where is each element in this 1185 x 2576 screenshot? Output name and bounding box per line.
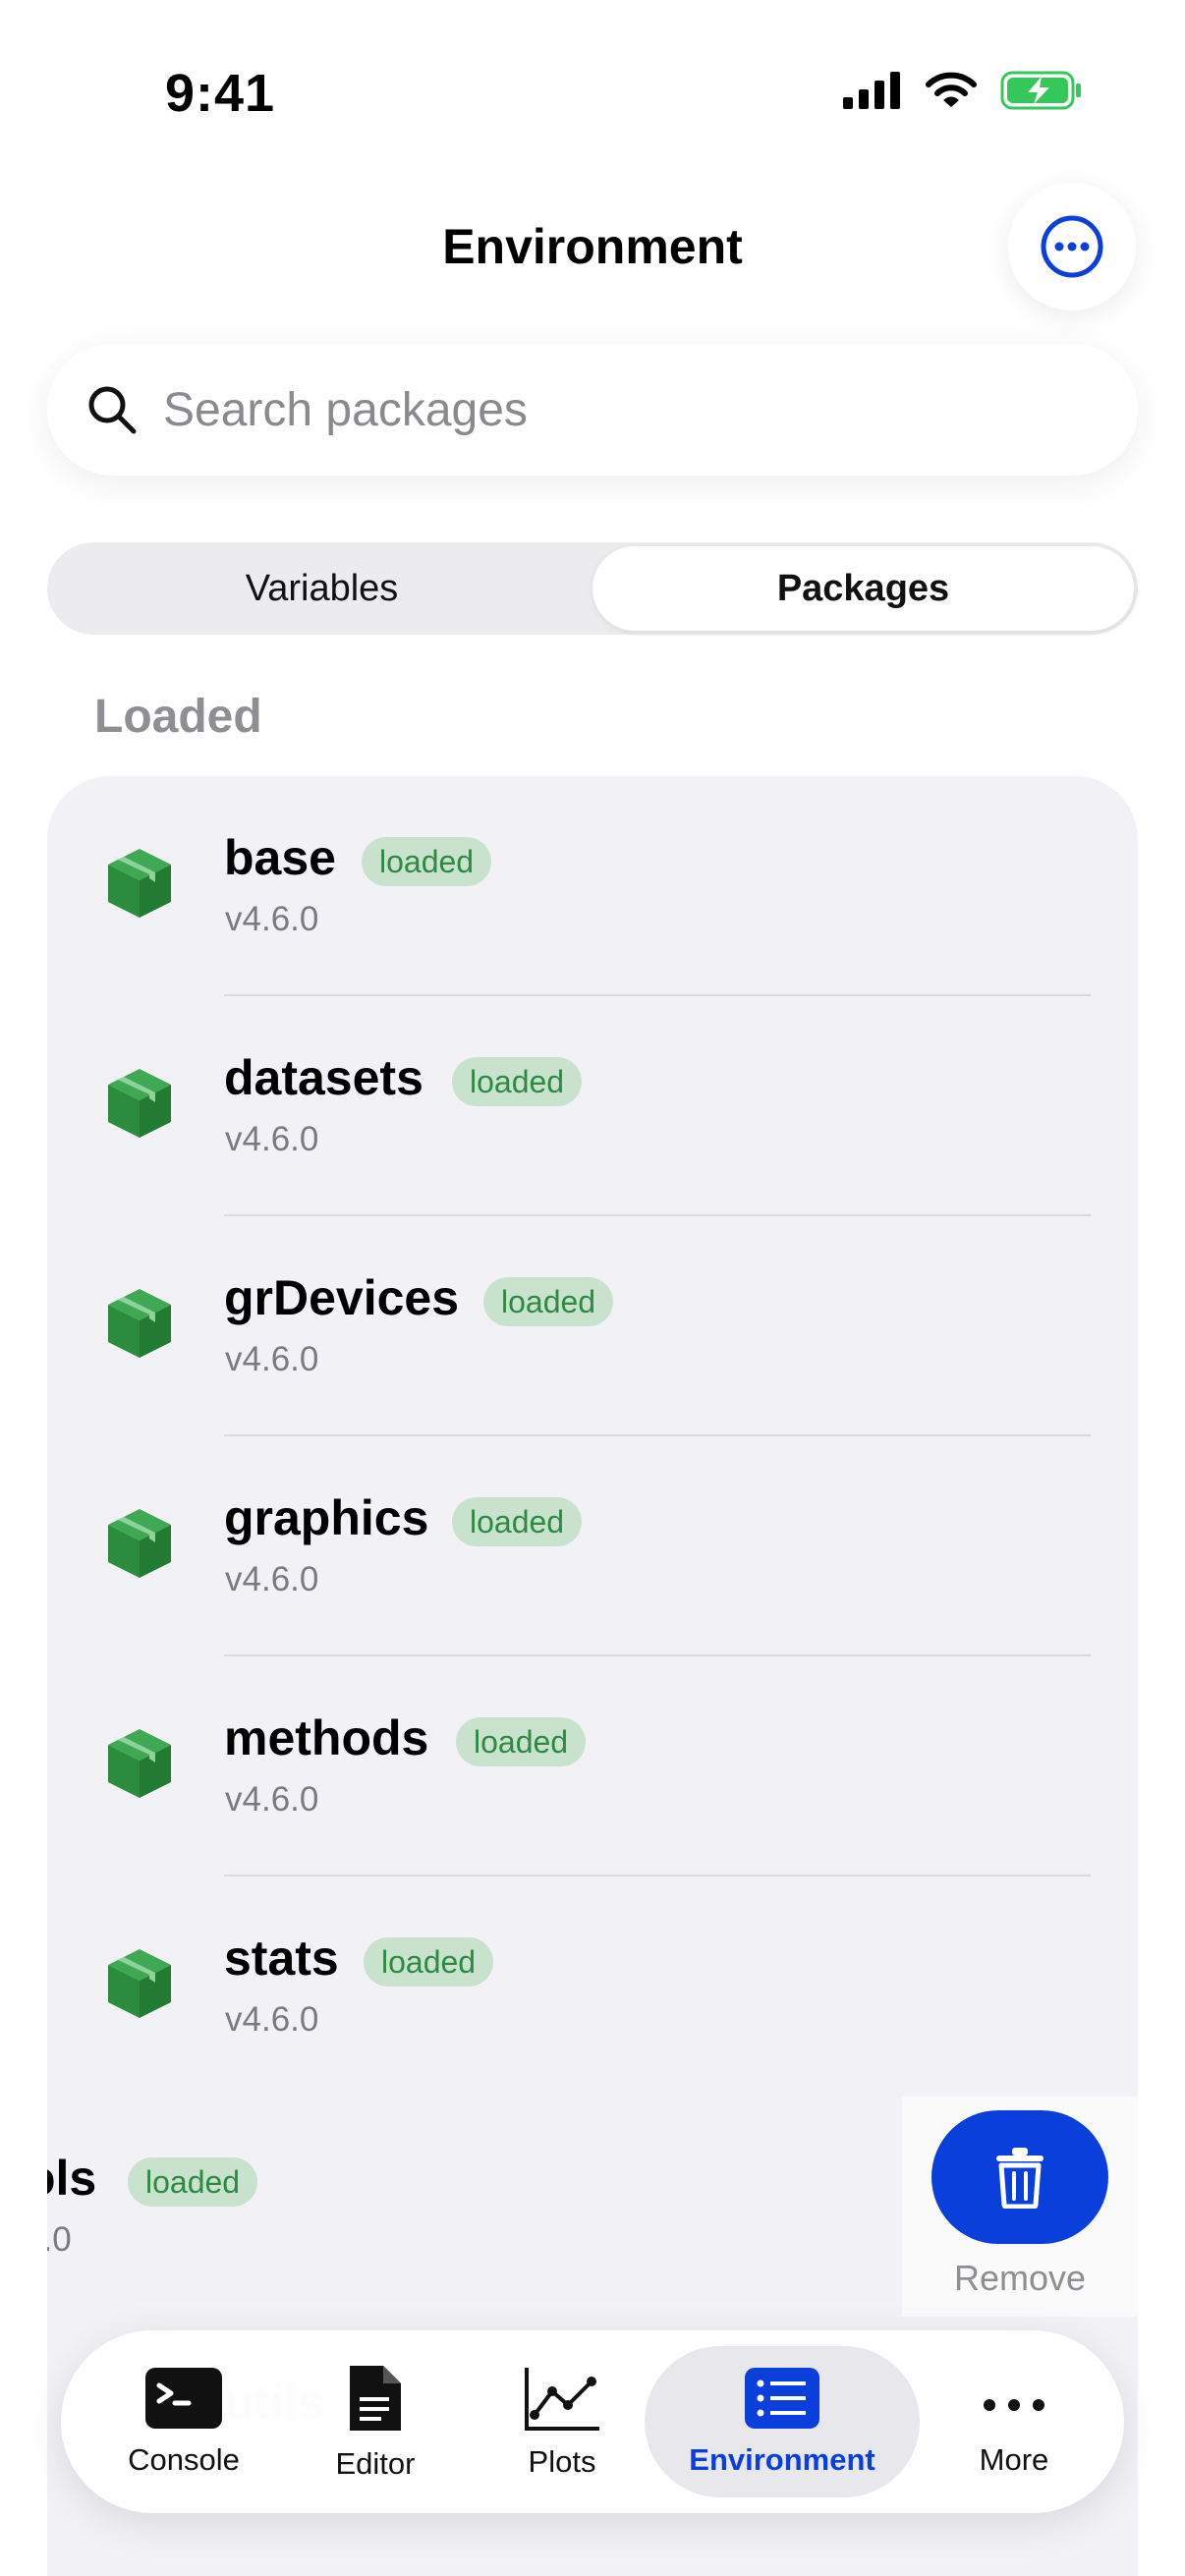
home-indicator-area bbox=[0, 2535, 1185, 2576]
remove-label: Remove bbox=[953, 2258, 1087, 2298]
status-badge: loaded bbox=[452, 1057, 583, 1106]
list-item[interactable]: graphics loaded v4.6.0 bbox=[47, 1436, 1138, 1656]
tab-console[interactable]: Console bbox=[100, 2330, 267, 2513]
tab-label: More bbox=[979, 2442, 1049, 2477]
search-icon bbox=[86, 384, 138, 435]
package-cube-icon bbox=[108, 1289, 171, 1358]
list-item[interactable]: stats loaded v4.6.0 bbox=[47, 1876, 1138, 2097]
package-name: ols bbox=[47, 2151, 97, 2206]
options-button[interactable] bbox=[1008, 183, 1136, 310]
ellipsis-icon bbox=[984, 2399, 1044, 2411]
tab-environment[interactable]: Environment bbox=[645, 2330, 920, 2513]
tab-plots[interactable]: Plots bbox=[493, 2330, 631, 2513]
package-name: graphics bbox=[224, 1490, 429, 1545]
tab-label: Plots bbox=[528, 2444, 596, 2479]
package-version: v4.6.0 bbox=[225, 1560, 319, 1598]
tab-more[interactable]: More bbox=[945, 2330, 1083, 2513]
package-version: v4.6.0 bbox=[225, 1780, 319, 1819]
section-header: Loaded bbox=[94, 691, 262, 743]
segmented-control: Variables Packages bbox=[47, 542, 1138, 635]
terminal-icon bbox=[145, 2368, 222, 2429]
status-badge: loaded bbox=[362, 837, 492, 886]
search-input[interactable] bbox=[161, 381, 1049, 438]
package-name: base bbox=[224, 830, 336, 885]
list-item[interactable]: grDevices loaded v4.6.0 bbox=[47, 1216, 1138, 1436]
remove-button[interactable] bbox=[931, 2110, 1108, 2244]
cellular-signal-icon bbox=[843, 72, 900, 109]
status-badge: loaded bbox=[456, 1717, 587, 1766]
status-badge: loaded bbox=[483, 1277, 614, 1326]
list-item[interactable]: base loaded v4.6.0 bbox=[47, 776, 1138, 996]
package-name: methods bbox=[224, 1710, 429, 1765]
status-badge: loaded bbox=[364, 1937, 494, 1987]
status-badge: loaded bbox=[452, 1497, 583, 1546]
segment-variables[interactable]: Variables bbox=[51, 546, 592, 631]
wifi-icon bbox=[926, 72, 977, 107]
package-name: stats bbox=[224, 1931, 339, 1986]
status-time: 9:41 bbox=[165, 64, 276, 123]
package-cube-icon bbox=[108, 1729, 171, 1798]
list-item[interactable]: methods loaded v4.6.0 bbox=[47, 1656, 1138, 1876]
package-cube-icon bbox=[108, 849, 171, 918]
status-bar: 9:41 bbox=[0, 0, 1185, 187]
tab-label: Editor bbox=[335, 2446, 416, 2481]
status-icons bbox=[843, 71, 1083, 110]
package-version: v4.6.0 bbox=[225, 2000, 319, 2039]
document-icon bbox=[350, 2366, 401, 2431]
segment-packages[interactable]: Packages bbox=[592, 546, 1134, 631]
line-chart-icon bbox=[525, 2368, 599, 2431]
tab-label: Console bbox=[128, 2442, 240, 2477]
package-name: datasets bbox=[224, 1050, 423, 1105]
list-item[interactable]: datasets loaded v4.6.0 bbox=[47, 996, 1138, 1216]
package-cube-icon bbox=[108, 1949, 171, 2018]
package-name: grDevices bbox=[224, 1270, 460, 1325]
tab-editor[interactable]: Editor bbox=[307, 2330, 444, 2513]
tab-label: Environment bbox=[689, 2442, 875, 2477]
package-version: v4.6.0 bbox=[225, 1120, 319, 1158]
status-badge: loaded bbox=[128, 2157, 258, 2207]
search-bar[interactable] bbox=[47, 344, 1138, 476]
package-version: 6.0 bbox=[47, 2220, 72, 2259]
swipe-action: Remove bbox=[902, 2097, 1138, 2317]
package-version: v4.6.0 bbox=[225, 1340, 319, 1378]
package-version: v4.6.0 bbox=[225, 900, 319, 938]
package-cube-icon bbox=[108, 1509, 171, 1578]
ellipsis-circle-icon bbox=[1041, 215, 1103, 278]
package-cube-icon bbox=[108, 1069, 171, 1138]
tab-bar: Console Editor Plots Environment More bbox=[61, 2330, 1124, 2513]
list-icon bbox=[745, 2368, 819, 2429]
trash-icon bbox=[996, 2148, 1044, 2209]
battery-charging-icon bbox=[1000, 71, 1081, 110]
